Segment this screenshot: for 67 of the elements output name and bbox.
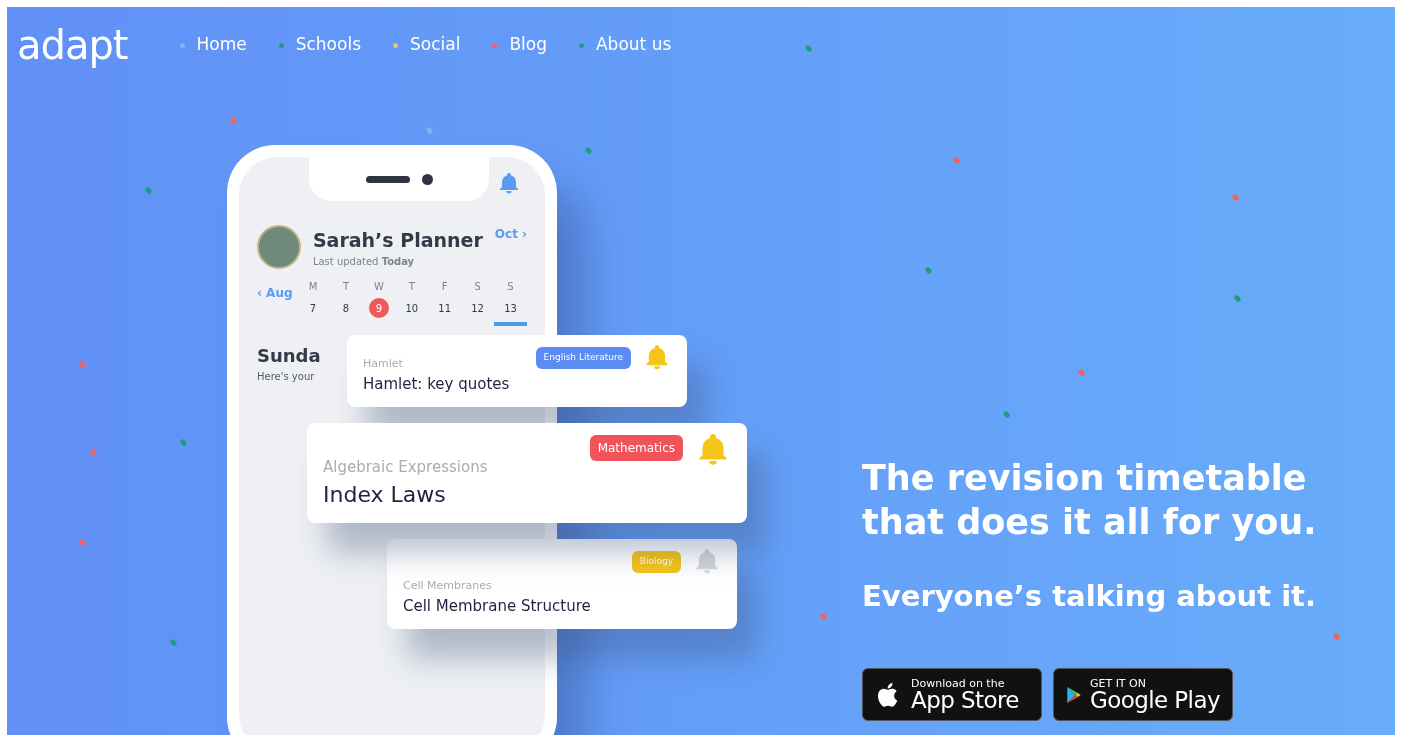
speaker-icon <box>365 175 410 183</box>
day-note: Here's your <box>257 370 315 384</box>
task-card[interactable]: Algebraic Expressions Index Laws Mathematics <box>307 423 747 523</box>
confetti-icon <box>89 448 98 457</box>
weekday-label: M <box>308 280 318 294</box>
confetti-icon <box>78 538 87 547</box>
card-topic: Cell Membranes <box>403 578 493 594</box>
confetti-icon <box>179 438 188 447</box>
weekday-label: S <box>507 280 514 294</box>
confetti-icon <box>78 360 87 369</box>
headline: The revision timetable that does it all for you. <box>862 457 1318 544</box>
planner-title: Sarah’s Planner <box>312 227 483 253</box>
calendar-day[interactable]: S 12 <box>461 279 495 326</box>
date-label: 8 <box>341 301 351 316</box>
calendar-day[interactable]: W 9 <box>362 279 396 326</box>
card-title: Hamlet: key quotes <box>363 373 511 395</box>
camera-icon <box>421 173 433 185</box>
store-small-text: GET IT ON <box>1089 677 1147 689</box>
subject-tag: Mathematics <box>589 435 683 461</box>
weekday-label: W <box>373 280 384 294</box>
confetti-icon <box>144 186 153 195</box>
date-label: 7 <box>308 301 318 316</box>
calendar-day[interactable]: M 7 <box>296 279 330 326</box>
confetti-icon <box>1077 368 1086 377</box>
confetti-icon <box>1002 410 1011 419</box>
confetti-icon <box>804 44 813 53</box>
calendar-day[interactable]: T 10 <box>395 279 429 326</box>
store-name: App Store <box>911 688 1019 712</box>
weekday-label: F <box>441 280 448 294</box>
date-label: 9 <box>368 298 389 318</box>
avatar <box>257 225 301 269</box>
calendar-day[interactable]: T 8 <box>329 279 363 326</box>
tagline: Everyone’s talking about it. <box>862 577 1317 615</box>
day-heading: Sunda <box>257 344 321 368</box>
subject-tag: Biology <box>631 551 681 573</box>
card-title: Cell Membrane Structure <box>403 595 592 617</box>
date-label: 11 <box>437 301 453 316</box>
card-topic: Hamlet <box>363 356 404 372</box>
weekday-label: T <box>408 280 415 294</box>
calendar-day[interactable]: S 13 <box>494 279 527 326</box>
last-updated-text: Last updated Today <box>312 255 415 269</box>
weekday-label: T <box>342 280 349 294</box>
task-card[interactable]: Cell Membranes Cell Membrane Structure Biology <box>387 539 737 629</box>
confetti-icon <box>1233 294 1242 303</box>
subject-tag: English Literature <box>535 347 631 369</box>
confetti-icon <box>425 126 434 135</box>
date-label: 12 <box>470 301 485 316</box>
confetti-icon <box>229 116 238 125</box>
bell-icon[interactable] <box>497 171 521 195</box>
date-label: 13 <box>503 301 518 316</box>
calendar-day[interactable]: F 11 <box>428 279 462 326</box>
confetti-icon <box>169 638 178 647</box>
store-button[interactable]: Download on the App Store <box>862 668 1042 721</box>
confetti-icon <box>952 156 961 165</box>
confetti-icon <box>819 612 828 621</box>
weekday-label: S <box>474 280 481 294</box>
store-button[interactable]: GET IT ON Google Play <box>1053 668 1233 721</box>
card-title: Index Laws <box>323 481 447 509</box>
confetti-icon <box>1332 632 1341 641</box>
store-name: Google Play <box>1089 688 1220 712</box>
store-small-text: Download on the <box>911 677 1006 689</box>
confetti-icon <box>924 266 933 275</box>
card-topic: Algebraic Expressions <box>323 456 489 478</box>
date-label: 10 <box>404 301 420 316</box>
task-card[interactable]: Hamlet Hamlet: key quotes English Literature <box>347 335 687 407</box>
confetti-icon <box>1231 193 1240 202</box>
confetti-icon <box>584 146 593 155</box>
